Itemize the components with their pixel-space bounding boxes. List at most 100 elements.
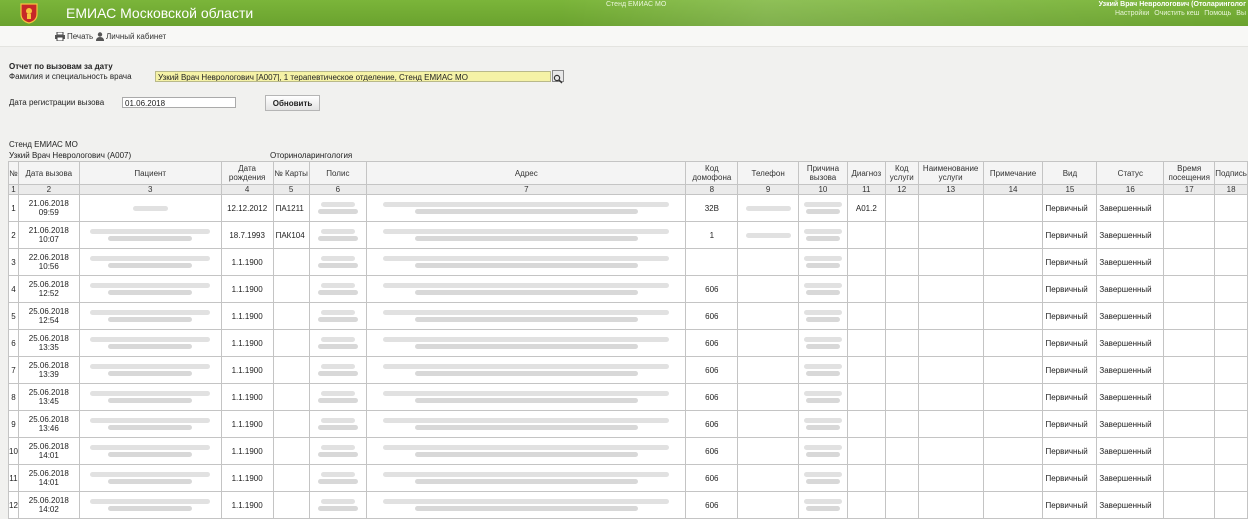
column-number: 5 [272, 184, 310, 195]
redacted-text [803, 445, 843, 450]
birth-date: 1.1.1900 [220, 248, 274, 276]
service-name [917, 194, 984, 222]
redacted-text [107, 506, 193, 511]
table-row[interactable]: 3 22.06.2018 10:56 1.1.1900 Первичный Заверше… [8, 248, 1248, 276]
logout-link[interactable]: Вы [1236, 10, 1246, 17]
table-row[interactable]: 12 25.06.2018 14:02 1.1.1900 606 Первичный Зав… [8, 491, 1248, 519]
redacted-text [318, 371, 358, 376]
visit-time [1163, 329, 1216, 357]
row-number: 4 [8, 275, 19, 303]
address [366, 464, 687, 492]
patient-name [78, 275, 222, 303]
service-code [884, 329, 919, 357]
table-row[interactable]: 8 25.06.2018 13:45 1.1.1900 606 Первичный Заве… [8, 383, 1248, 411]
redacted-text [90, 391, 211, 396]
service-name [917, 491, 984, 519]
cabinet-link[interactable]: Личный кабинет [96, 32, 166, 41]
visit-kind: Первичный [1042, 248, 1098, 276]
redacted-text [383, 337, 670, 342]
call-date: 25.06.2018 13:45 [17, 383, 80, 411]
birth-date: 12.12.2012 [220, 194, 274, 222]
patient-name [78, 302, 222, 330]
policy [308, 194, 368, 222]
search-button[interactable] [552, 70, 564, 84]
visit-status: Завершенный [1096, 464, 1165, 492]
settings-link[interactable]: Настройки [1115, 10, 1149, 17]
signature [1214, 248, 1248, 276]
call-date-value: 25.06.2018 [28, 280, 69, 289]
stand-name: Стенд ЕМИАС МО [606, 1, 667, 8]
call-time-value: 14:02 [38, 505, 59, 514]
card-number [272, 464, 310, 492]
address [366, 194, 687, 222]
current-user[interactable]: Узкий Врач Неврологович (Отоларинголог [1099, 1, 1246, 8]
intercom-code: 606 [685, 491, 739, 519]
service-name [917, 329, 984, 357]
user-icon [96, 32, 104, 41]
redacted-text [318, 506, 358, 511]
table-row[interactable]: 10 25.06.2018 14:01 1.1.1900 606 Первичный Зав… [8, 437, 1248, 465]
redacted-text [414, 398, 638, 403]
print-button[interactable]: Печать [55, 32, 93, 41]
call-reason [798, 410, 848, 438]
redacted-text [806, 371, 840, 376]
redacted-text [90, 229, 211, 234]
table-row[interactable]: 11 25.06.2018 14:01 1.1.1900 606 Первичный Зав… [8, 464, 1248, 492]
note [982, 302, 1044, 330]
intercom-code: 606 [685, 437, 739, 465]
column-number: 12 [884, 184, 919, 195]
column-number: 4 [220, 184, 274, 195]
card-number [272, 356, 310, 384]
phone [737, 356, 800, 384]
redacted-text [320, 391, 355, 396]
visit-time [1163, 491, 1216, 519]
redacted-text [320, 256, 355, 261]
call-date-value: 25.06.2018 [28, 388, 69, 397]
table-row[interactable]: 4 25.06.2018 12:52 1.1.1900 606 Первичный Заве… [8, 275, 1248, 303]
table-row[interactable]: 9 25.06.2018 13:46 1.1.1900 606 Первичный Заве… [8, 410, 1248, 438]
row-number: 5 [8, 302, 19, 330]
policy [308, 248, 368, 276]
column-number: 18 [1214, 184, 1248, 195]
table-row[interactable]: 5 25.06.2018 12:54 1.1.1900 606 Первичный Заве… [8, 302, 1248, 330]
visit-kind: Первичный [1042, 356, 1098, 384]
policy [308, 302, 368, 330]
table-row[interactable]: 1 21.06.2018 09:59 12.12.2012 ПА1211 32В А01.2… [8, 194, 1248, 222]
column-header: Адрес [366, 161, 687, 185]
call-time-value: 13:45 [38, 397, 59, 406]
column-header: Полис [308, 161, 368, 185]
redacted-text [383, 418, 670, 423]
column-header: Пациент [78, 161, 222, 185]
date-field[interactable]: 01.06.2018 [122, 97, 236, 108]
row-number: 1 [8, 194, 19, 222]
column-header: Телефон [737, 161, 800, 185]
card-number [272, 302, 310, 330]
column-number: 14 [982, 184, 1044, 195]
redacted-text [90, 310, 211, 315]
signature [1214, 275, 1248, 303]
note [982, 437, 1044, 465]
redacted-text [806, 425, 840, 430]
table-row[interactable]: 6 25.06.2018 13:35 1.1.1900 606 Первичный Заве… [8, 329, 1248, 357]
redacted-text [320, 364, 355, 369]
patient-name [78, 221, 222, 249]
doctor-field[interactable]: Узкий Врач Неврологович [А007], 1 терапе… [155, 71, 551, 82]
intercom-code: 606 [685, 356, 739, 384]
redacted-text [414, 317, 638, 322]
diagnosis [846, 329, 886, 357]
redacted-text [318, 479, 358, 484]
print-label: Печать [67, 32, 94, 41]
column-header: Время посещения [1163, 161, 1216, 185]
table-row[interactable]: 7 25.06.2018 13:39 1.1.1900 606 Первичный Заве… [8, 356, 1248, 384]
refresh-button[interactable]: Обновить [265, 95, 320, 111]
redacted-text [90, 337, 211, 342]
policy [308, 383, 368, 411]
clear-cache-link[interactable]: Очистить кеш [1154, 10, 1199, 17]
row-number: 9 [8, 410, 19, 438]
help-link[interactable]: Помощь [1204, 10, 1231, 17]
column-header: Причина вызова [798, 161, 848, 185]
redacted-text [745, 205, 791, 211]
call-date-value: 22.06.2018 [28, 253, 69, 262]
table-row[interactable]: 2 21.06.2018 10:07 18.7.1993 ПАК104 1 Первичны… [8, 221, 1248, 249]
redacted-text [318, 452, 358, 457]
